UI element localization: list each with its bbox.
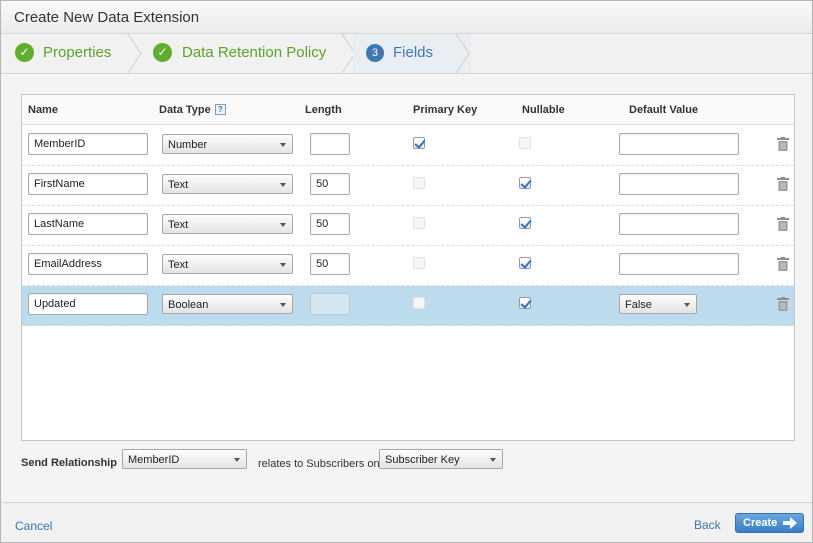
table-row[interactable]: Text	[22, 206, 794, 246]
data-type-value: Number	[168, 139, 208, 151]
relationship-field-select[interactable]: MemberID	[122, 449, 247, 469]
default-value-input[interactable]	[619, 213, 739, 235]
field-name-input[interactable]	[28, 293, 148, 315]
caret-down-icon	[234, 458, 240, 462]
header-nullable: Nullable	[522, 104, 565, 116]
header-primary-key: Primary Key	[413, 104, 478, 116]
primary-key-checkbox	[413, 257, 425, 269]
field-name-input[interactable]	[28, 173, 148, 195]
default-value-input[interactable]	[619, 133, 739, 155]
grid-header: Name Data Type? Length Primary Key Nulla…	[22, 95, 794, 125]
data-type-value: Boolean	[168, 299, 209, 311]
default-value-input[interactable]	[619, 253, 739, 275]
caret-down-icon	[490, 458, 496, 462]
data-type-select[interactable]: Text	[162, 214, 293, 234]
table-row[interactable]: Text	[22, 246, 794, 286]
header-data-type-label: Data Type	[159, 104, 211, 116]
field-name-input[interactable]	[28, 133, 148, 155]
step-number-badge: 3	[366, 44, 384, 62]
primary-key-checkbox	[413, 177, 425, 189]
caret-down-icon	[684, 303, 690, 307]
send-relationship: Send Relationship MemberID relates to Su…	[1, 449, 812, 479]
step-properties-label: Properties	[43, 44, 112, 61]
create-button-label: Create	[743, 517, 778, 529]
length-input[interactable]	[310, 133, 350, 155]
caret-down-icon	[280, 143, 286, 147]
step-separator-icon	[455, 34, 470, 73]
table-row[interactable]: Boolean False	[22, 286, 794, 326]
fields-grid: Name Data Type? Length Primary Key Nulla…	[21, 94, 795, 441]
trash-icon[interactable]	[777, 257, 789, 271]
arrow-right-icon	[783, 517, 797, 529]
relationship-field-value: MemberID	[128, 454, 180, 466]
data-type-select[interactable]: Text	[162, 254, 293, 274]
length-input[interactable]	[310, 253, 350, 275]
field-name-input[interactable]	[28, 253, 148, 275]
wizard-steps: ✓ Properties ✓ Data Retention Policy 3 F…	[1, 34, 812, 74]
cancel-link[interactable]: Cancel	[15, 519, 52, 533]
data-type-select[interactable]: Text	[162, 174, 293, 194]
step-data-retention-policy-label: Data Retention Policy	[182, 44, 327, 61]
help-icon[interactable]: ?	[214, 104, 226, 115]
step-fields-label: Fields	[393, 44, 434, 61]
dialog-footer: Cancel Back Create	[1, 502, 812, 542]
length-input[interactable]	[310, 173, 350, 195]
caret-down-icon	[280, 223, 286, 227]
primary-key-checkbox	[413, 297, 425, 309]
check-circle-icon: ✓	[15, 43, 34, 62]
dialog-title: Create New Data Extension	[14, 9, 200, 26]
send-relationship-label: Send Relationship	[21, 457, 117, 469]
data-type-value: Text	[168, 259, 189, 271]
default-value-input[interactable]	[619, 173, 739, 195]
header-length: Length	[305, 104, 342, 116]
caret-down-icon	[280, 303, 286, 307]
data-type-value: Text	[168, 179, 189, 191]
trash-icon[interactable]	[777, 217, 789, 231]
data-type-select[interactable]: Boolean	[162, 294, 293, 314]
nullable-checkbox[interactable]	[519, 217, 531, 229]
create-button[interactable]: Create	[735, 513, 804, 533]
step-data-retention-policy[interactable]: ✓ Data Retention Policy	[141, 34, 356, 73]
table-row[interactable]: Number	[22, 126, 794, 166]
create-data-extension-dialog: Create New Data Extension ✓ Properties ✓…	[0, 0, 813, 543]
header-data-type: Data Type?	[159, 104, 226, 116]
nullable-checkbox	[519, 137, 531, 149]
default-value-select[interactable]: False	[619, 294, 697, 314]
field-name-input[interactable]	[28, 213, 148, 235]
data-type-value: Text	[168, 219, 189, 231]
subscriber-field-select[interactable]: Subscriber Key	[379, 449, 503, 469]
subscriber-field-value: Subscriber Key	[385, 454, 460, 466]
primary-key-checkbox[interactable]	[413, 137, 425, 149]
primary-key-checkbox	[413, 217, 425, 229]
nullable-checkbox[interactable]	[519, 177, 531, 189]
length-input[interactable]	[310, 213, 350, 235]
table-row[interactable]: Text	[22, 166, 794, 206]
relates-to-text: relates to Subscribers on	[258, 458, 380, 470]
dialog-titlebar: Create New Data Extension	[1, 1, 812, 34]
trash-icon[interactable]	[777, 297, 789, 311]
data-type-select[interactable]: Number	[162, 134, 293, 154]
step-fields[interactable]: 3 Fields	[353, 34, 471, 73]
trash-icon[interactable]	[777, 177, 789, 191]
check-circle-icon: ✓	[153, 43, 172, 62]
step-properties[interactable]: ✓ Properties	[1, 34, 142, 73]
trash-icon[interactable]	[777, 137, 789, 151]
caret-down-icon	[280, 183, 286, 187]
nullable-checkbox[interactable]	[519, 257, 531, 269]
length-input	[310, 293, 350, 315]
caret-down-icon	[280, 263, 286, 267]
header-default-value: Default Value	[629, 104, 699, 116]
back-link[interactable]: Back	[694, 518, 721, 532]
default-value-value: False	[625, 299, 652, 311]
fields-content: Name Data Type? Length Primary Key Nulla…	[1, 75, 812, 502]
nullable-checkbox[interactable]	[519, 297, 531, 309]
header-name: Name	[28, 104, 58, 116]
